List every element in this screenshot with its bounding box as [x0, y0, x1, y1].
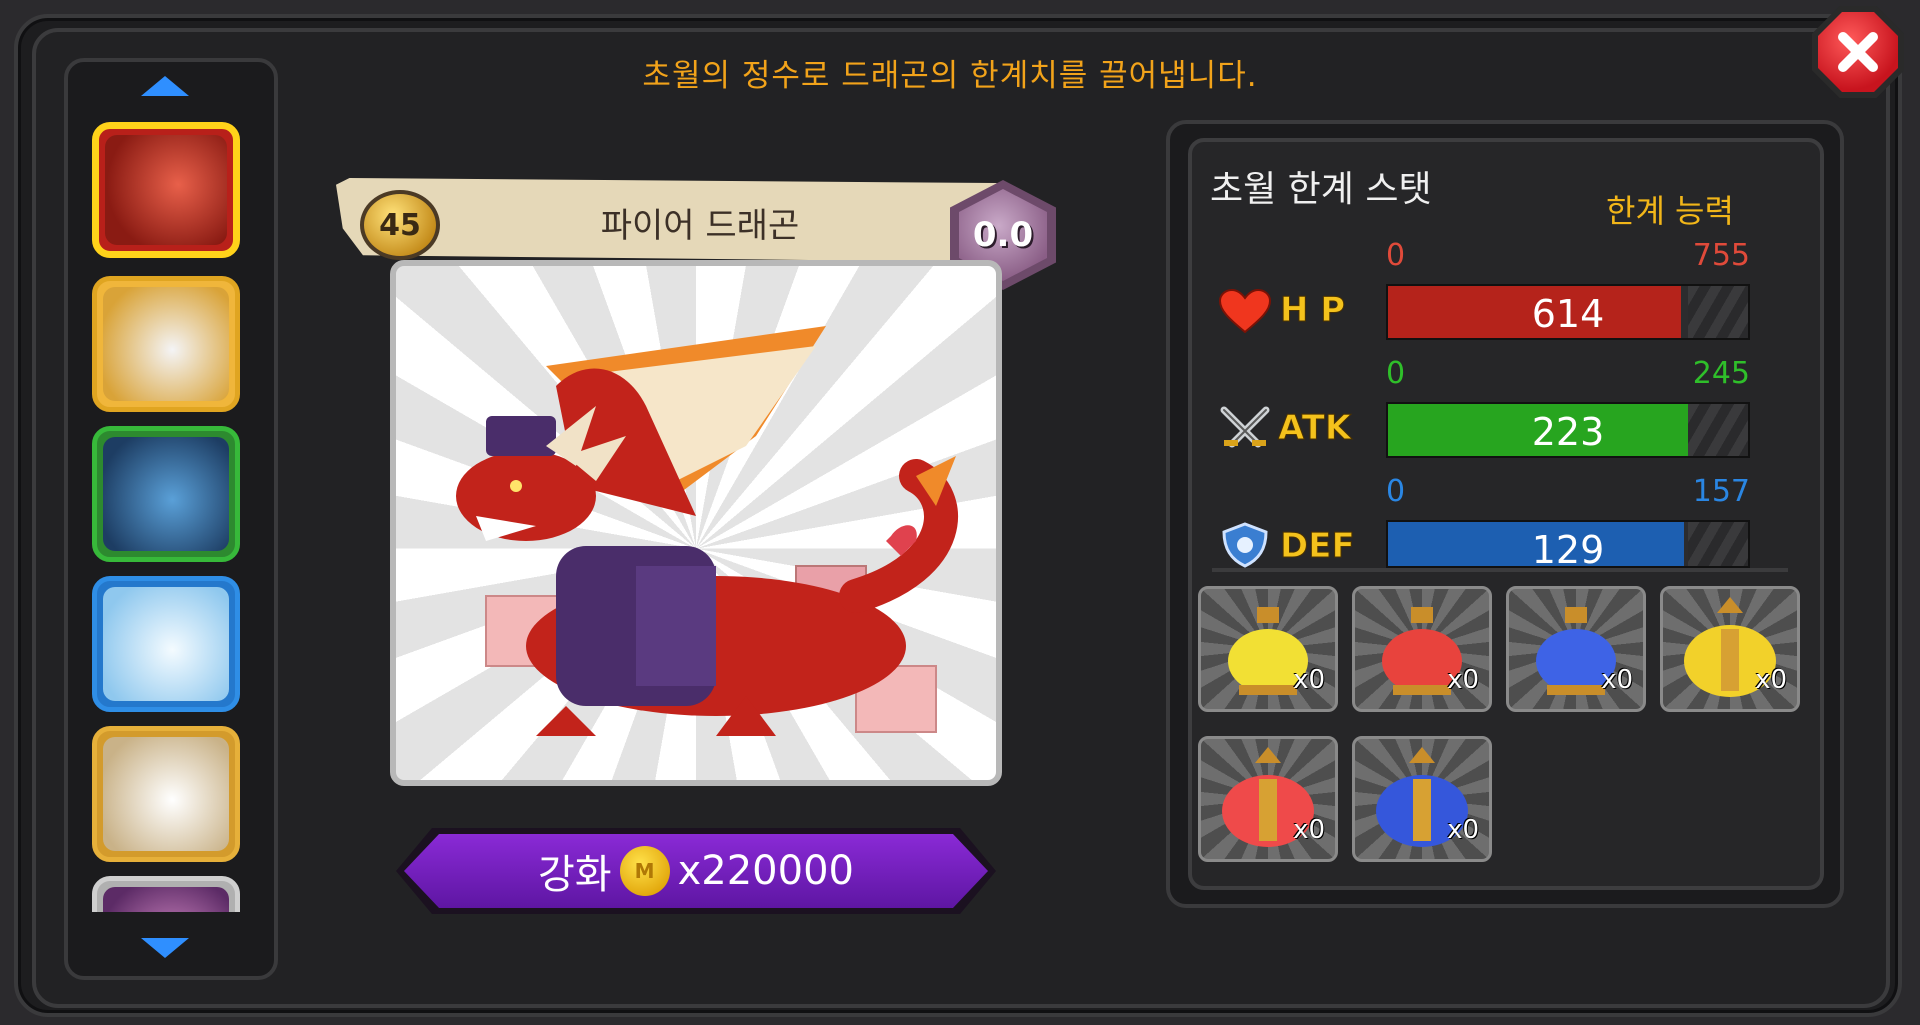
- potion-count: x0: [1447, 815, 1479, 845]
- crossed-swords-icon: [1220, 406, 1270, 448]
- level-badge: 45: [360, 190, 440, 260]
- dragon-portrait-partial[interactable]: [92, 876, 240, 912]
- dragon-list: [86, 118, 246, 912]
- hp-label: H P: [1279, 290, 1346, 331]
- close-button[interactable]: [1812, 6, 1904, 98]
- shield-icon: [1222, 522, 1268, 568]
- def-bar: 129: [1386, 520, 1750, 568]
- potion-count: x0: [1447, 665, 1479, 695]
- close-icon: [1838, 32, 1878, 72]
- hp-max: 755: [1692, 238, 1750, 273]
- dragon-portrait-white[interactable]: [92, 726, 240, 862]
- hp-value: 614: [1531, 292, 1605, 336]
- potion-count: x0: [1601, 665, 1633, 695]
- potion-count: x0: [1755, 665, 1787, 695]
- dragon-portrait-gold[interactable]: [92, 276, 240, 412]
- hp-bar: 614: [1386, 284, 1750, 340]
- scroll-up-arrow-icon[interactable]: [141, 76, 189, 96]
- enhance-button[interactable]: 강화 M x220000: [396, 828, 996, 914]
- dragon-image: [390, 260, 1002, 786]
- coin-icon: M: [619, 846, 670, 896]
- scroll-down-arrow-icon[interactable]: [141, 938, 189, 958]
- def-max: 157: [1692, 474, 1750, 509]
- dragon-name: 파이어 드래곤: [600, 206, 800, 246]
- enhance-label: 강화: [538, 852, 612, 898]
- enhance-cost: x220000: [677, 848, 854, 894]
- atk-label: ATK: [1277, 408, 1352, 449]
- potion-slot[interactable]: x0: [1198, 736, 1338, 862]
- dragon-portrait-steel[interactable]: [92, 426, 240, 562]
- potion-slot[interactable]: x0: [1660, 586, 1800, 712]
- stats-subtitle: 한계 능력: [1606, 192, 1734, 230]
- potion-slot[interactable]: x0: [1352, 586, 1492, 712]
- instruction-text: 초월의 정수로 드래곤의 한계치를 끌어냅니다.: [642, 58, 1258, 94]
- def-value: 129: [1531, 528, 1605, 568]
- stats-title: 초월 한계 스탯: [1210, 169, 1432, 210]
- dragon-portrait-fire[interactable]: [92, 122, 240, 258]
- dragon-portrait-ice[interactable]: [92, 576, 240, 712]
- stats-divider: [1212, 568, 1788, 572]
- atk-value: 223: [1531, 410, 1605, 454]
- atk-max: 245: [1692, 356, 1750, 391]
- atk-bar: 223: [1386, 402, 1750, 458]
- def-min: 0: [1386, 474, 1406, 509]
- potion-slot[interactable]: x0: [1198, 586, 1338, 712]
- hp-min: 0: [1386, 238, 1406, 273]
- potion-count: x0: [1293, 665, 1325, 695]
- potion-slot[interactable]: x0: [1352, 736, 1492, 862]
- heart-icon: [1218, 288, 1272, 334]
- def-label: DEF: [1280, 526, 1356, 567]
- potion-slot[interactable]: x0: [1506, 586, 1646, 712]
- atk-min: 0: [1386, 356, 1406, 391]
- potion-count: x0: [1293, 815, 1325, 845]
- fire-dragon-illustration: [456, 326, 958, 736]
